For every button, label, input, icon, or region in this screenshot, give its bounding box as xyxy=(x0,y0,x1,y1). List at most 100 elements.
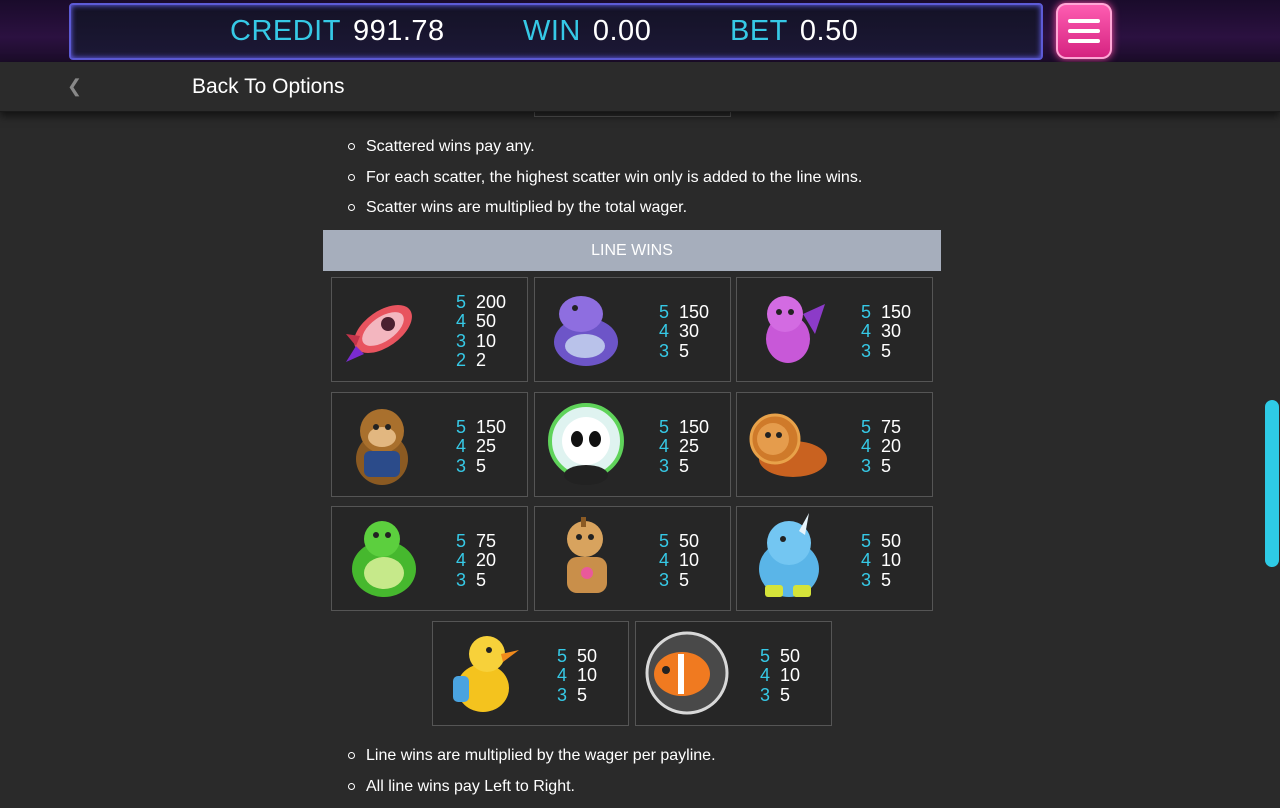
symbol-card-rhino: 55041035 xyxy=(736,506,933,611)
win-label: WIN xyxy=(523,15,581,47)
pay-amount: 10 xyxy=(780,665,800,685)
pay-row: 420 xyxy=(861,437,901,456)
symbol-count: 3 xyxy=(861,342,881,361)
pay-amount: 2 xyxy=(476,350,486,370)
pay-row: 310 xyxy=(456,332,506,351)
pay-amount: 5 xyxy=(881,570,891,590)
symbol-count: 5 xyxy=(456,293,476,312)
pay-amount: 75 xyxy=(881,417,901,437)
symbol-count: 3 xyxy=(456,571,476,590)
symbol-count: 3 xyxy=(760,686,780,705)
pay-amount: 20 xyxy=(476,550,496,570)
paytable-values: 5 5041035 xyxy=(760,647,800,705)
symbol-count: 5 xyxy=(557,647,577,666)
paytable-values: 515043035 xyxy=(659,303,709,361)
pay-row: 5150 xyxy=(659,303,709,322)
giraffe-icon xyxy=(541,513,631,603)
symbol-count: 3 xyxy=(659,342,679,361)
pay-amount: 50 xyxy=(881,531,901,551)
symbol-count: 5 xyxy=(659,532,679,551)
scrollbar[interactable] xyxy=(1265,400,1279,567)
symbol-count: 4 xyxy=(659,551,679,570)
pay-row: 575 xyxy=(861,418,901,437)
pay-amount: 50 xyxy=(780,646,800,666)
pay-row: 35 xyxy=(456,457,506,476)
pay-amount: 150 xyxy=(881,302,911,322)
pay-amount: 5 xyxy=(476,570,486,590)
symbol-count: 5 xyxy=(456,418,476,437)
pay-row: 22 xyxy=(456,351,506,370)
pay-row: 410 xyxy=(659,551,699,570)
duck-icon xyxy=(439,628,529,718)
chevron-left-icon[interactable]: ❮ xyxy=(67,76,82,97)
symbol-count: 3 xyxy=(456,457,476,476)
pay-row: 35 xyxy=(861,571,901,590)
pay-amount: 10 xyxy=(679,550,699,570)
menu-button[interactable] xyxy=(1056,3,1112,59)
pay-row: 35 xyxy=(456,571,496,590)
pay-amount: 5 xyxy=(476,456,486,476)
pay-row: 430 xyxy=(861,322,911,341)
panda-icon xyxy=(541,399,631,489)
pay-amount: 5 xyxy=(679,341,689,361)
symbol-count: 4 xyxy=(557,666,577,685)
symbol-card-duck: 5504103 5 xyxy=(432,621,629,726)
pay-row: 410 xyxy=(760,666,800,685)
pay-amount: 5 xyxy=(780,685,790,705)
pay-row: 410 xyxy=(861,551,901,570)
rhino-icon xyxy=(743,513,833,603)
pay-amount: 150 xyxy=(679,302,709,322)
symbol-count: 4 xyxy=(861,322,881,341)
back-to-options-link[interactable]: Back To Options xyxy=(192,75,345,99)
symbol-count: 5 xyxy=(861,303,881,322)
pay-amount: 20 xyxy=(881,436,901,456)
symbol-count: 4 xyxy=(456,551,476,570)
list-item: Scatter wins are multiplied by the total… xyxy=(347,199,862,230)
paytable-values: 520045031022 xyxy=(456,293,506,370)
symbol-card-turtle: 57542035 xyxy=(331,506,528,611)
pay-row: 35 xyxy=(760,686,800,705)
pay-amount: 5 xyxy=(679,570,689,590)
credit-label: CREDIT xyxy=(230,15,341,47)
symbol-count: 3 xyxy=(557,686,577,705)
pay-amount: 10 xyxy=(577,665,597,685)
symbol-count: 4 xyxy=(659,322,679,341)
paytable-values: 55041035 xyxy=(659,532,699,590)
hamburger-icon xyxy=(1068,19,1100,23)
pay-row: 430 xyxy=(659,322,709,341)
symbol-count: 5 xyxy=(456,532,476,551)
symbol-count: 4 xyxy=(456,312,476,331)
win-value: 0.00 xyxy=(593,15,651,47)
bet-value: 0.50 xyxy=(800,15,858,47)
pay-amount: 5 xyxy=(881,456,891,476)
list-item: Scattered wins pay any. xyxy=(347,138,862,169)
pay-amount: 150 xyxy=(679,417,709,437)
back-bar[interactable]: ❮ Back To Options xyxy=(0,62,1280,112)
symbol-count: 5 xyxy=(861,418,881,437)
symbol-count: 4 xyxy=(659,437,679,456)
credit-value: 991.78 xyxy=(353,15,445,47)
symbol-card-monkey: 515042535 xyxy=(331,392,528,497)
pay-row: 35 xyxy=(659,457,709,476)
symbol-count: 5 xyxy=(659,418,679,437)
pay-amount: 5 xyxy=(881,341,891,361)
symbol-card-giraffe: 55041035 xyxy=(534,506,731,611)
pay-amount: 25 xyxy=(476,436,496,456)
symbol-count: 5 xyxy=(861,532,881,551)
pay-amount: 5 xyxy=(679,456,689,476)
pay-row: 550 xyxy=(557,647,597,666)
scatter-rules-list: Scattered wins pay any. For each scatter… xyxy=(347,138,862,230)
symbol-card-panda: 515042535 xyxy=(534,392,731,497)
pay-amount: 10 xyxy=(881,550,901,570)
turtle-icon xyxy=(338,513,428,603)
symbol-card-dragon: 515043035 xyxy=(736,277,933,382)
pay-row: 575 xyxy=(456,532,496,551)
symbol-count: 3 xyxy=(861,571,881,590)
pay-row: 5200 xyxy=(456,293,506,312)
list-item: For each scatter, the highest scatter wi… xyxy=(347,169,862,200)
pay-row: 550 xyxy=(861,532,901,551)
pay-amount: 50 xyxy=(679,531,699,551)
symbol-card-clownfish: 5 5041035 xyxy=(635,621,832,726)
pay-amount: 25 xyxy=(679,436,699,456)
paytable-values: 5504103 5 xyxy=(557,647,597,705)
